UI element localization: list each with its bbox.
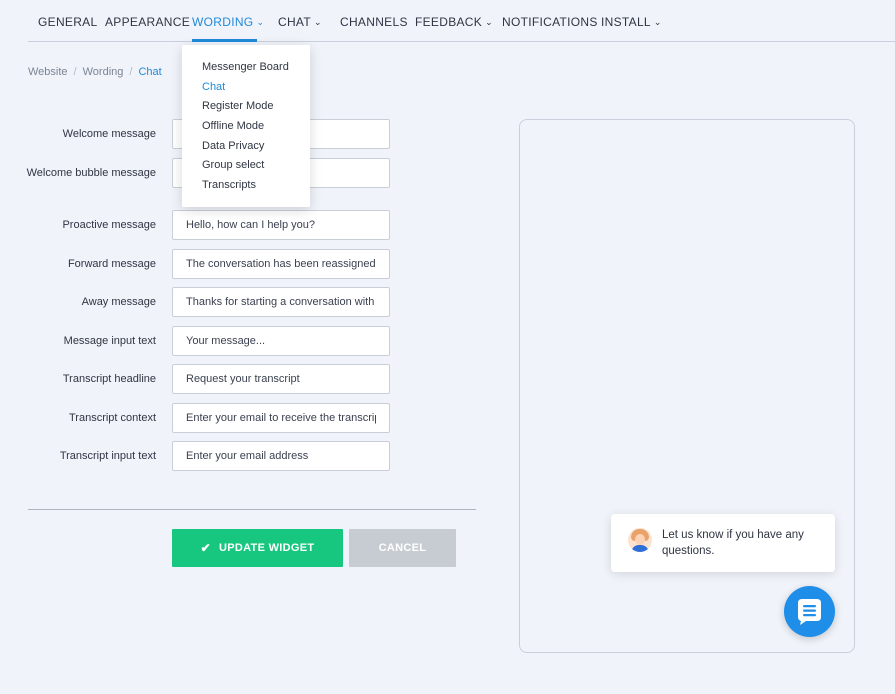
welcome-message-label: Welcome message (62, 128, 156, 140)
away-message-label: Away message (81, 296, 156, 308)
message-input-text-input[interactable] (172, 326, 390, 356)
tab-general[interactable]: GENERAL (38, 0, 97, 42)
welcome-bubble-text: Let us know if you have any questions. (662, 529, 804, 557)
tab-channels[interactable]: CHANNELS (340, 0, 408, 42)
breadcrumb-wording[interactable]: Wording (83, 66, 124, 78)
away-message-row: Away message (28, 287, 390, 317)
top-navigation: GENERAL APPEARANCE WORDING ⌄ CHAT ⌄ CHANNE… (28, 0, 895, 42)
forward-message-row: Forward message (28, 249, 390, 279)
cancel-button[interactable]: CANCEL (349, 529, 456, 567)
chat-launcher-button[interactable] (784, 586, 835, 637)
breadcrumb-chat: Chat (138, 66, 162, 78)
breadcrumb: Website / Wording / Chat (28, 66, 162, 78)
proactive-message-row: Proactive message (28, 210, 390, 240)
transcript-input-text-input[interactable] (172, 441, 390, 471)
breadcrumb-website[interactable]: Website (28, 66, 68, 78)
transcript-context-row: Transcript context (28, 403, 390, 433)
tab-notifications[interactable]: NOTIFICATIONS (502, 0, 598, 42)
active-tab-indicator (192, 39, 257, 42)
widget-preview-panel (519, 119, 855, 653)
message-input-text-label: Message input text (63, 335, 156, 347)
transcript-headline-label: Transcript headline (62, 373, 156, 385)
breadcrumb-separator: / (129, 66, 133, 78)
tab-appearance[interactable]: APPEARANCE (105, 0, 190, 42)
welcome-bubble-message-label: Welcome bubble message (26, 167, 156, 179)
forward-message-input[interactable] (172, 249, 390, 279)
menu-item-messenger-board[interactable]: Messenger Board (182, 59, 310, 79)
transcript-context-label: Transcript context (68, 412, 156, 424)
away-message-input[interactable] (172, 287, 390, 317)
chat-bubble-icon (798, 599, 821, 625)
menu-item-data-privacy[interactable]: Data Privacy (182, 138, 310, 158)
transcript-input-text-label: Transcript input text (59, 450, 156, 462)
transcript-headline-row: Transcript headline (28, 364, 390, 394)
chevron-down-icon: ⌄ (313, 17, 322, 27)
welcome-bubble-preview: Let us know if you have any questions. (611, 514, 835, 572)
chevron-down-icon: ⌄ (485, 17, 493, 27)
chevron-down-icon: ⌄ (256, 17, 265, 27)
update-widget-label: UPDATE WIDGET (219, 542, 315, 554)
forward-message-label: Forward message (67, 258, 156, 270)
menu-item-register-mode[interactable]: Register Mode (182, 98, 310, 118)
check-icon: ✔ (200, 541, 211, 555)
wording-dropdown-menu: Messenger Board Chat Register Mode Offli… (182, 45, 310, 207)
menu-item-chat[interactable]: Chat (182, 79, 310, 99)
agent-avatar (628, 528, 652, 552)
proactive-message-input[interactable] (172, 210, 390, 240)
menu-item-group-select[interactable]: Group select (182, 157, 310, 177)
update-widget-button[interactable]: ✔ UPDATE WIDGET (172, 529, 343, 567)
tab-chat[interactable]: CHAT ⌄ (278, 0, 322, 42)
tab-wording[interactable]: WORDING ⌄ (192, 0, 264, 42)
chevron-down-icon: ⌄ (653, 17, 662, 27)
tab-install[interactable]: INSTALL ⌄ (601, 0, 662, 42)
transcript-input-text-row: Transcript input text (28, 441, 390, 471)
proactive-message-label: Proactive message (62, 219, 156, 231)
form-divider (28, 509, 476, 510)
transcript-context-input[interactable] (172, 403, 390, 433)
tab-feedback[interactable]: FEEDBACK ⌄ (415, 0, 493, 42)
transcript-headline-input[interactable] (172, 364, 390, 394)
breadcrumb-separator: / (73, 66, 77, 78)
message-input-text-row: Message input text (28, 326, 390, 356)
menu-item-transcripts[interactable]: Transcripts (182, 177, 310, 197)
menu-item-offline-mode[interactable]: Offline Mode (182, 118, 310, 138)
